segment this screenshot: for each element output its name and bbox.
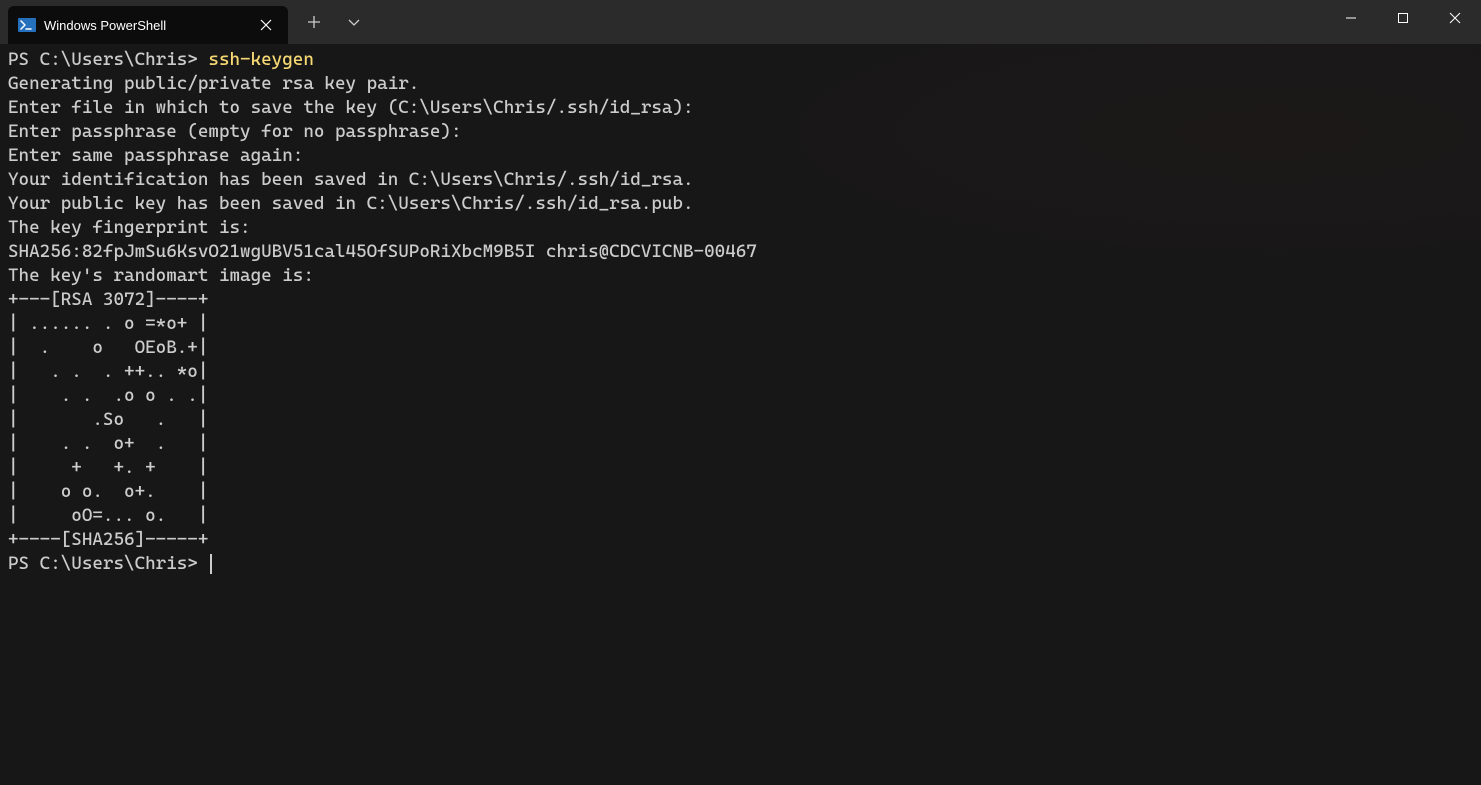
window-controls	[1325, 0, 1481, 36]
output-line: The key fingerprint is:	[8, 217, 251, 238]
tab-actions	[288, 0, 372, 44]
output-line: | + +. + |	[8, 457, 208, 478]
tab-dropdown-button[interactable]	[336, 4, 372, 40]
cursor	[210, 554, 212, 574]
output-line: SHA256:82fpJmSu6KsvO21wgUBV51cal45OfSUPo…	[8, 241, 757, 262]
powershell-icon	[18, 16, 36, 34]
output-line: | ...... . o =*o+ |	[8, 313, 208, 334]
output-line: | .So . |	[8, 409, 208, 430]
prompt: PS C:\Users\Chris>	[8, 553, 208, 574]
output-line: Enter same passphrase again:	[8, 145, 303, 166]
output-line: +----[SHA256]-----+	[8, 529, 208, 550]
output-line: | o o. o+. |	[8, 481, 208, 502]
output-line: Enter file in which to save the key (C:\…	[8, 97, 694, 118]
new-tab-button[interactable]	[296, 4, 332, 40]
output-line: Your public key has been saved in C:\Use…	[8, 193, 694, 214]
terminal-area[interactable]: PS C:\Users\Chris> ssh-keygen Generating…	[0, 44, 1481, 785]
tab-close-button[interactable]	[256, 15, 276, 35]
tab-powershell[interactable]: Windows PowerShell	[8, 6, 288, 44]
titlebar-left: Windows PowerShell	[0, 0, 372, 44]
close-window-button[interactable]	[1429, 0, 1481, 36]
output-line: Enter passphrase (empty for no passphras…	[8, 121, 462, 142]
tab-title: Windows PowerShell	[44, 18, 248, 33]
minimize-button[interactable]	[1325, 0, 1377, 36]
titlebar: Windows PowerShell	[0, 0, 1481, 44]
maximize-button[interactable]	[1377, 0, 1429, 36]
command-input: ssh-keygen	[208, 49, 313, 70]
output-line: | . . .o o . .|	[8, 385, 208, 406]
output-line: | . . o+ . |	[8, 433, 208, 454]
output-line: +---[RSA 3072]----+	[8, 289, 208, 310]
output-line: Generating public/private rsa key pair.	[8, 73, 419, 94]
prompt: PS C:\Users\Chris>	[8, 49, 208, 70]
output-line: Your identification has been saved in C:…	[8, 169, 694, 190]
output-line: | oO=... o. |	[8, 505, 208, 526]
output-line: | . o OEoB.+|	[8, 337, 208, 358]
output-line: The key's randomart image is:	[8, 265, 314, 286]
output-line: | . . . ++.. *o|	[8, 361, 208, 382]
